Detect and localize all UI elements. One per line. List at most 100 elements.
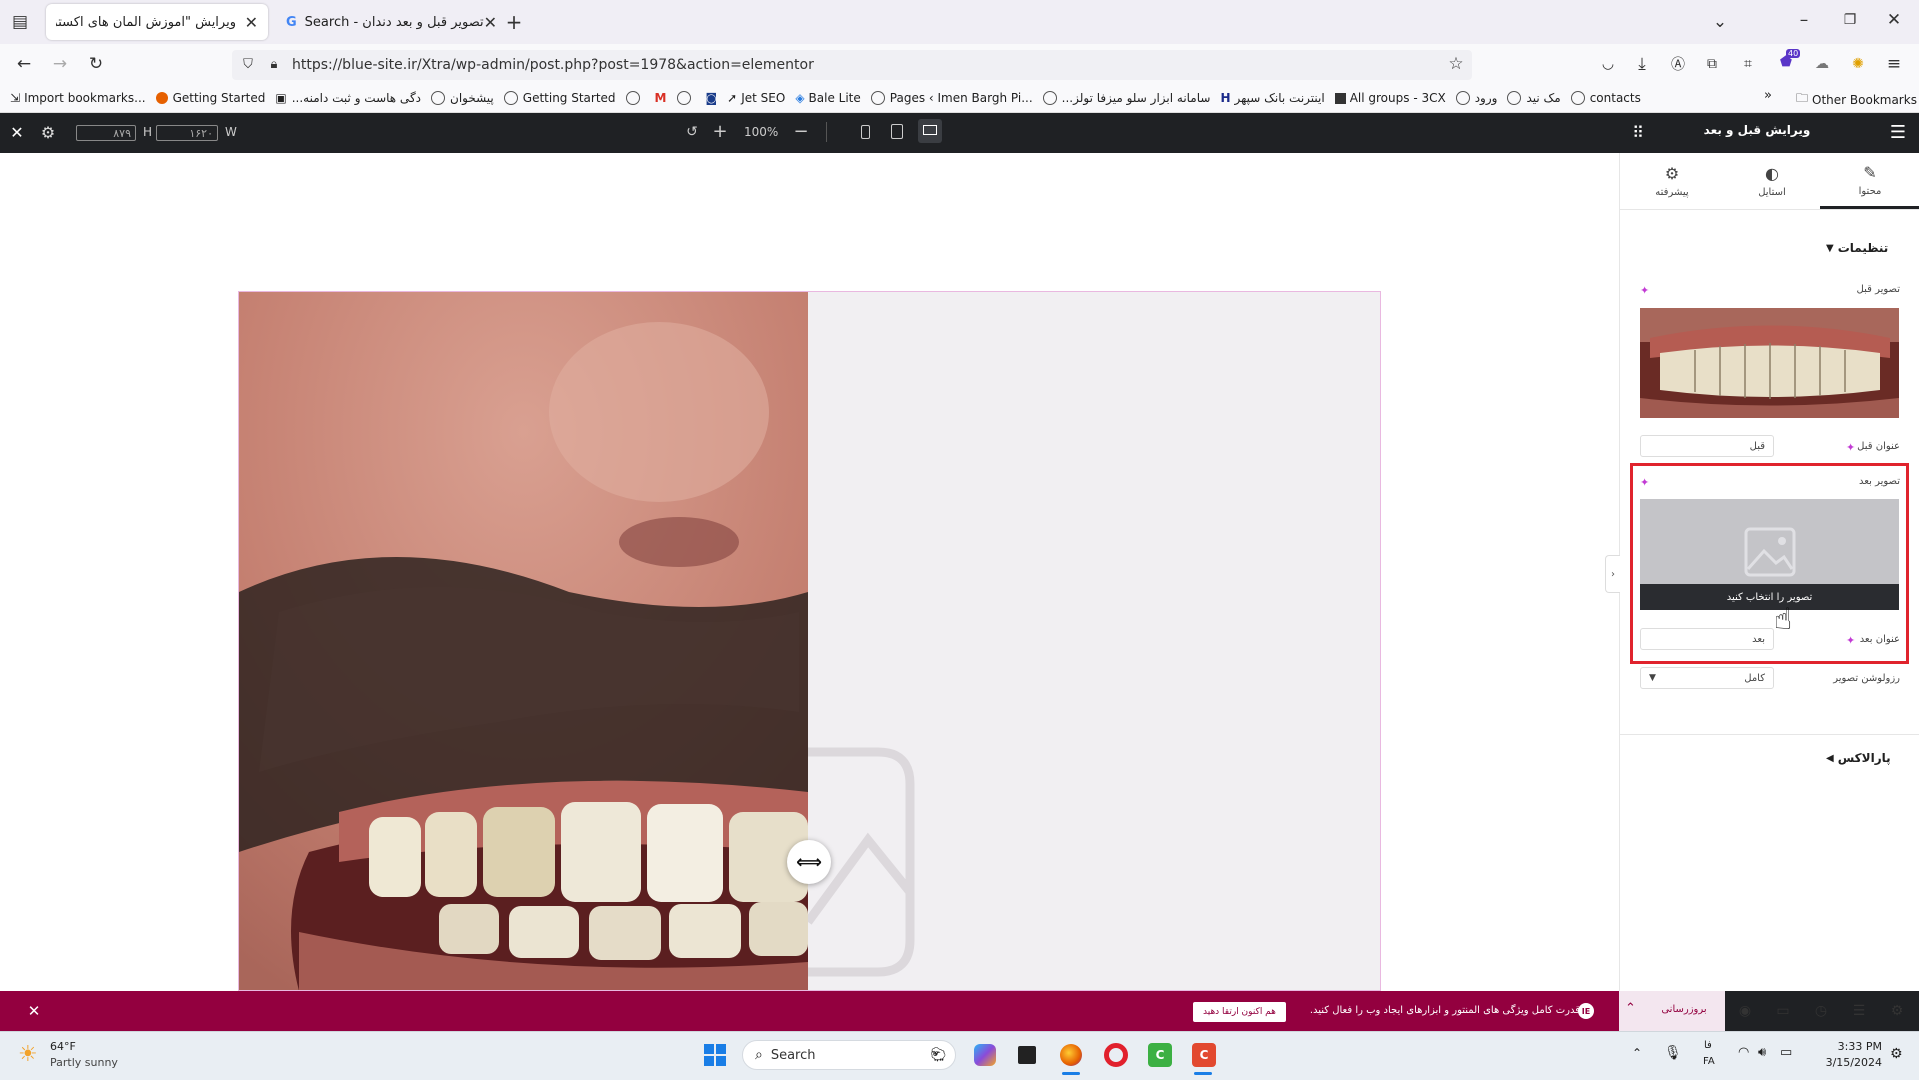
history-icon[interactable]: ◷ <box>1811 1001 1831 1021</box>
bookmark-globe-1[interactable] <box>625 91 645 105</box>
url-bar[interactable]: https://blue-site.ir/Xtra/wp-admin/post.… <box>232 50 1472 80</box>
opera-icon[interactable] <box>1104 1043 1128 1067</box>
weather-sun-icon[interactable]: ☀ <box>18 1042 38 1067</box>
chevron-up-icon[interactable]: ⌃ <box>1625 1001 1636 1016</box>
hamburger-menu-icon[interactable]: ☰ <box>1887 121 1909 143</box>
upgrade-now-button[interactable]: هم اکنون ارتقا دهید <box>1193 1002 1286 1022</box>
firefox-taskbar-icon[interactable] <box>1060 1044 1082 1066</box>
section-settings-toggle[interactable]: تنظیمات ▼ <box>1826 241 1888 255</box>
tab-list-icon[interactable]: ▤ <box>10 12 30 32</box>
bookmark-site[interactable]: ◙ <box>706 91 718 105</box>
pocket-icon[interactable]: ◡ <box>1598 54 1618 74</box>
before-image-preview[interactable] <box>1640 308 1899 418</box>
ai-sparkle-icon[interactable]: ✦ <box>1640 284 1649 297</box>
section-parallax-toggle[interactable]: پارالاکس ◀ <box>1826 751 1891 765</box>
close-tab-icon[interactable]: ✕ <box>484 13 497 32</box>
file-explorer-icon[interactable] <box>1018 1046 1036 1064</box>
before-after-widget-outline[interactable] <box>238 291 1381 991</box>
resolution-select[interactable]: کامل ▼ <box>1640 667 1774 689</box>
eye-preview-icon[interactable]: ◉ <box>1735 1001 1755 1021</box>
gear-extension-icon[interactable]: ✺ <box>1848 54 1868 74</box>
cloud-icon[interactable]: ☁ <box>1812 54 1832 74</box>
forward-icon[interactable]: → <box>50 54 70 74</box>
battery-icon[interactable]: ▭ <box>1780 1045 1792 1060</box>
ai-sparkle-icon[interactable]: ✦ <box>1846 441 1855 454</box>
close-icon[interactable]: ✕ <box>8 123 26 142</box>
after-title-input[interactable]: بعد <box>1640 628 1774 650</box>
tablet-device-icon[interactable] <box>891 124 903 139</box>
mobile-device-icon[interactable] <box>861 125 870 139</box>
camtasia-red-icon[interactable]: C <box>1192 1043 1216 1067</box>
other-bookmarks[interactable]: 🗀 Other Bookmarks <box>1796 89 1917 110</box>
bookmark-contacts[interactable]: contacts <box>1570 91 1641 105</box>
before-title-input[interactable]: قبل <box>1640 435 1774 457</box>
bookmark-import[interactable]: ⇲ Import bookmarks... <box>10 91 146 105</box>
close-notice-icon[interactable]: ✕ <box>24 1001 44 1021</box>
new-tab-icon[interactable]: + <box>504 10 524 34</box>
clock-time[interactable]: 3:33 PM <box>1826 1040 1882 1053</box>
back-icon[interactable]: ← <box>14 54 34 74</box>
weather-desc[interactable]: Partly sunny <box>50 1056 118 1069</box>
bookmark-3cx[interactable]: All groups - 3CX <box>1334 91 1446 105</box>
tab-content[interactable]: ✎ محتوا <box>1820 153 1919 209</box>
bookmark-gmail[interactable]: M <box>655 91 667 105</box>
star-bookmark-icon[interactable]: ☆ <box>1446 54 1466 74</box>
widgets-grid-icon[interactable]: ⠿ <box>1627 121 1649 143</box>
update-button[interactable]: بروزرسانی <box>1652 1004 1716 1015</box>
tray-chevron-up-icon[interactable]: ⌃ <box>1632 1046 1642 1060</box>
gear-icon[interactable]: ⚙ <box>39 123 57 142</box>
reset-zoom-icon[interactable]: ↺ <box>683 123 701 141</box>
bookmark-dashboard[interactable]: پیشخوان <box>431 91 494 105</box>
language-fa[interactable]: فا <box>1704 1040 1712 1051</box>
width-input[interactable]: ۱۶۲۰ <box>156 125 218 141</box>
chevron-down-icon[interactable]: ⌄ <box>1710 12 1730 32</box>
weather-temp[interactable]: 64°F <box>50 1040 76 1053</box>
bookmark-tools[interactable]: ...سامانه ابزار سلو میزفا تولز <box>1042 91 1210 105</box>
bookmark-bank[interactable]: H اینترنت بانک سپهر <box>1220 91 1324 105</box>
comparison-slider-handle[interactable]: ⟺ <box>787 840 831 884</box>
bookmark-mac[interactable]: مک نید <box>1507 91 1561 105</box>
volume-icon[interactable]: 🔊︎ <box>1758 1045 1766 1060</box>
extensions-icon[interactable]: ⧉ <box>1702 54 1722 74</box>
menu-icon[interactable]: ≡ <box>1884 54 1904 74</box>
ai-sparkle-icon[interactable]: ✦ <box>1846 634 1855 647</box>
lock-icon[interactable]: 🔒︎ <box>266 56 282 72</box>
collapse-panel-icon[interactable]: › <box>1605 555 1620 593</box>
responsive-mode-icon[interactable]: ▭ <box>1773 1001 1793 1021</box>
windows-start-icon[interactable] <box>704 1044 726 1066</box>
bookmark-hosting[interactable]: ▣ ...دگی هاست و ثبت دامنه <box>275 91 421 105</box>
bookmark-login[interactable]: ورود <box>1455 91 1497 105</box>
after-image-selector[interactable]: تصویر را انتخاب کنید <box>1640 499 1899 610</box>
language-code[interactable]: FA <box>1703 1056 1715 1067</box>
clock-date[interactable]: 3/15/2024 <box>1816 1056 1882 1069</box>
desktop-device-button[interactable] <box>918 119 942 143</box>
bookmark-getting-started-2[interactable]: Getting Started <box>503 91 616 105</box>
download-icon[interactable]: ⤓ <box>1632 54 1652 74</box>
tab-advanced[interactable]: ⚙ پیشرفته <box>1622 153 1722 209</box>
tab-style[interactable]: ◐ استایل <box>1722 153 1822 209</box>
taskbar-search-box[interactable]: ⌕ Search 🐑︎ <box>742 1040 956 1070</box>
account-icon[interactable]: Ⓐ <box>1668 54 1688 74</box>
copilot-icon[interactable] <box>974 1044 996 1066</box>
bookmark-globe-2[interactable] <box>676 91 696 105</box>
shield-icon[interactable]: ⛉ <box>240 56 256 72</box>
choose-image-button[interactable]: تصویر را انتخاب کنید <box>1640 584 1899 610</box>
bookmark-jet-seo[interactable]: ➚ Jet SEO <box>727 91 785 105</box>
wifi-icon[interactable]: ◠ <box>1738 1045 1749 1060</box>
close-tab-icon[interactable]: ✕ <box>245 13 258 32</box>
minimize-icon[interactable]: – <box>1794 10 1814 30</box>
zoom-in-icon[interactable]: + <box>711 121 729 142</box>
zoom-out-icon[interactable]: − <box>792 121 810 142</box>
restore-icon[interactable]: ❐ <box>1840 10 1860 30</box>
camtasia-green-icon[interactable]: C <box>1148 1043 1172 1067</box>
browser-tab-editor[interactable]: ویرایش "آموزش المان های اکسترا – ... ✕ <box>46 4 268 40</box>
bookmark-bale-lite[interactable]: ◈ Bale Lite <box>795 91 860 105</box>
settings-gear-icon[interactable]: ⚙ <box>1887 1001 1907 1021</box>
microphone-icon[interactable]: 🎙︎ <box>1664 1045 1682 1061</box>
bookmark-getting-started[interactable]: Getting Started <box>155 91 265 105</box>
browser-tab-search[interactable]: G Search - تصویر قبل و بعد دندان ✕ <box>276 4 497 40</box>
height-input[interactable]: ۸۷۹ <box>76 125 136 141</box>
crop-icon[interactable]: ⌗ <box>1738 54 1758 74</box>
ai-sparkle-icon[interactable]: ✦ <box>1640 476 1649 489</box>
close-window-icon[interactable]: ✕ <box>1884 10 1904 30</box>
